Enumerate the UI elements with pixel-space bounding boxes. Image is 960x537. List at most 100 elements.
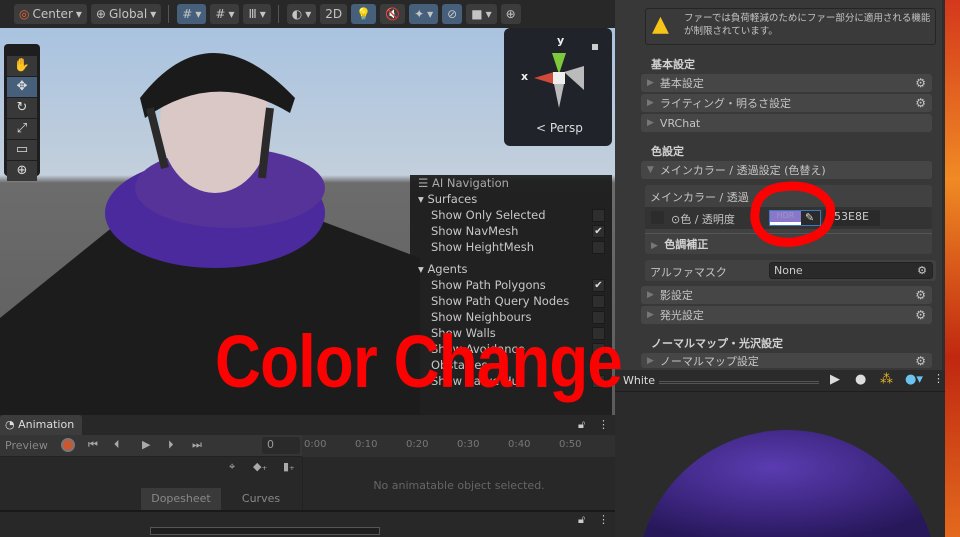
alpha-mask-row: アルファマスク None ⚙ bbox=[645, 260, 936, 281]
section-surfaces[interactable]: ▾ Surfaces bbox=[410, 191, 612, 207]
effects-icon: ✦ bbox=[414, 7, 425, 21]
mute-icon: 🔇 bbox=[385, 7, 401, 21]
hidden-eye-icon: ⊘ bbox=[447, 7, 458, 21]
frame-field[interactable]: 0 bbox=[262, 437, 300, 454]
space-mode-button[interactable]: ⊕ Global ▾ bbox=[90, 4, 162, 24]
tab-curves[interactable]: Curves bbox=[221, 488, 301, 510]
gizmos-button[interactable]: ⊕ bbox=[500, 4, 521, 24]
preview-sphere bbox=[643, 430, 931, 537]
projection-label[interactable]: < Persp bbox=[536, 121, 583, 135]
shading-icon: ◐ bbox=[291, 7, 303, 21]
object-picker-icon[interactable]: ⚙ bbox=[917, 264, 927, 277]
menu-icon[interactable]: ⋮ bbox=[598, 513, 609, 526]
lock-icon[interactable]: 🔓︎ bbox=[578, 513, 585, 527]
more-icon[interactable]: ⋮ bbox=[933, 372, 944, 385]
mesh-sphere-icon[interactable]: ● bbox=[855, 372, 866, 387]
warning-box: ▲ ファーでは負荷軽減のためにファー部分に適用される機能が制限されています。 bbox=[645, 8, 936, 45]
prev-keyframe-button[interactable]: ⏴ bbox=[114, 438, 120, 452]
lightbulb-icon: 💡 bbox=[356, 7, 372, 21]
checkbox[interactable]: ✔ bbox=[592, 278, 605, 292]
fold-main-color[interactable]: ▼ メインカラー / 透過設定 (色替え) bbox=[641, 161, 932, 179]
add-event-icon[interactable]: ▮₊ bbox=[283, 460, 295, 473]
tab-animation[interactable]: ◔ Animation bbox=[0, 415, 82, 435]
checkbox[interactable] bbox=[592, 208, 605, 222]
snap-icon: # bbox=[215, 7, 226, 21]
camera-button[interactable]: ■ ▾ bbox=[466, 4, 497, 24]
fold-normal-map[interactable]: ▶ ノーマルマップ設定 ⚙ bbox=[641, 353, 932, 368]
2d-toggle[interactable]: 2D bbox=[320, 4, 348, 24]
rotate-tool[interactable]: ↻ bbox=[7, 98, 37, 118]
add-keyframe-icon[interactable]: ◆₊ bbox=[253, 460, 267, 473]
checkbox[interactable] bbox=[592, 240, 605, 254]
fold-vrchat[interactable]: ▶ VRChat bbox=[641, 114, 932, 132]
gear-icon[interactable]: ⚙ bbox=[915, 308, 926, 322]
hand-tool[interactable]: ✋ bbox=[7, 56, 37, 76]
nav-option[interactable]: Show NavMesh ✔ bbox=[410, 223, 612, 239]
scale-tool[interactable]: ⤢ bbox=[7, 119, 37, 139]
last-keyframe-button[interactable]: ⏭ bbox=[192, 438, 202, 452]
background-sphere-icon[interactable]: ●▾ bbox=[905, 372, 923, 387]
effects-toggle[interactable]: ✦ ▾ bbox=[409, 4, 439, 24]
material-preview: White ▶ ● ⁂ ●▾ ⋮ bbox=[615, 370, 945, 537]
move-tool[interactable]: ✥ bbox=[7, 77, 37, 97]
fold-shadow[interactable]: ▶ 影設定 ⚙ bbox=[641, 286, 932, 304]
red-circle-annotation bbox=[750, 181, 836, 247]
rect-tool[interactable]: ▭ bbox=[7, 140, 37, 160]
transform-tool[interactable]: ⊕ bbox=[7, 161, 37, 181]
record-button[interactable] bbox=[61, 438, 75, 452]
pivot-icon: ◎ bbox=[19, 7, 30, 21]
nav-option[interactable]: Show Only Selected bbox=[410, 207, 612, 223]
fold-lighting[interactable]: ▶ ライティング・明るさ設定 ⚙ bbox=[641, 94, 932, 112]
audio-toggle[interactable]: 🔇 bbox=[380, 4, 406, 24]
ruler-icon: Ⅲ bbox=[248, 7, 257, 21]
lighting-toggle[interactable]: 💡 bbox=[351, 4, 377, 24]
play-icon[interactable]: ▶ bbox=[830, 372, 840, 387]
checkbox[interactable] bbox=[592, 294, 605, 308]
section-agents[interactable]: ▾ Agents bbox=[410, 261, 612, 277]
globe-icon: ⊕ bbox=[95, 7, 106, 21]
orientation-gizmo[interactable]: y x < Persp bbox=[504, 28, 612, 146]
visibility-toggle[interactable]: ⊘ bbox=[442, 4, 463, 24]
next-keyframe-button[interactable]: ⏵ bbox=[168, 438, 174, 452]
key-filter-icon[interactable]: ⌖ bbox=[229, 460, 235, 474]
timeline-ruler[interactable]: 0:00 0:10 0:20 0:30 0:40 0:50 bbox=[302, 435, 615, 457]
drag-handle-icon[interactable]: ☰ bbox=[418, 176, 432, 190]
warning-icon: ▲ bbox=[652, 12, 669, 37]
gear-icon[interactable]: ⚙ bbox=[915, 96, 926, 110]
camera-icon: ■ bbox=[471, 7, 483, 21]
nav-option[interactable]: Show Path Query Nodes bbox=[410, 293, 612, 309]
color-checkbox[interactable] bbox=[651, 211, 664, 224]
gear-icon[interactable]: ⚙ bbox=[915, 288, 926, 302]
overlay-caption: Color Change bbox=[215, 320, 623, 403]
tab-dopesheet[interactable]: Dopesheet bbox=[141, 488, 221, 510]
ruler-button[interactable]: Ⅲ ▾ bbox=[243, 4, 271, 24]
gear-icon[interactable]: ⚙ bbox=[915, 76, 926, 90]
gizmo-icon: ⊕ bbox=[505, 7, 516, 21]
grid-snap-button[interactable]: # ▾ bbox=[177, 4, 207, 24]
preview-toggle[interactable]: Preview bbox=[5, 439, 48, 452]
lock-icon[interactable]: 🔓︎ bbox=[578, 418, 585, 432]
nav-option[interactable]: Show Path Polygons ✔ bbox=[410, 277, 612, 293]
menu-icon[interactable]: ⋮ bbox=[598, 418, 609, 431]
search-input[interactable] bbox=[150, 527, 380, 535]
fold-emission[interactable]: ▶ 発光設定 ⚙ bbox=[641, 306, 932, 324]
shading-mode-button[interactable]: ◐ ▾ bbox=[286, 4, 317, 24]
play-button[interactable]: ▶ bbox=[142, 438, 150, 451]
nav-option[interactable]: Show HeightMesh bbox=[410, 239, 612, 255]
pivot-mode-button[interactable]: ◎ Center ▾ bbox=[14, 4, 87, 24]
fold-tone-correction[interactable]: ▶ 色調補正 bbox=[651, 236, 708, 252]
alpha-mask-field[interactable]: None ⚙ bbox=[769, 262, 933, 279]
tools-overlay: ✋ ✥ ↻ ⤢ ▭ ⊕ bbox=[4, 44, 40, 181]
light-icon[interactable]: ⁂ bbox=[880, 372, 893, 387]
increment-snap-button[interactable]: # ▾ bbox=[210, 4, 240, 24]
first-keyframe-button[interactable]: ⏮ bbox=[88, 438, 98, 452]
scene-toolbar: ◎ Center ▾ ⊕ Global ▾ # ▾ # ▾ Ⅲ ▾ ◐ ▾ 2D 💡 🔇… bbox=[0, 0, 615, 28]
grid-icon: # bbox=[182, 7, 193, 21]
bottom-panel: 🔓︎ ⋮ bbox=[0, 510, 615, 537]
empty-message: No animatable object selected. bbox=[302, 457, 615, 510]
checkbox[interactable]: ✔ bbox=[592, 224, 605, 238]
gear-icon[interactable]: ⚙ bbox=[915, 354, 926, 368]
animation-window: ◔ Animation 🔓︎ ⋮ Preview ⏮ ⏴ ▶ ⏵ ⏭ 0 0:0… bbox=[0, 415, 615, 510]
fold-basic[interactable]: ▶ 基本設定 ⚙ bbox=[641, 74, 932, 92]
background-texture bbox=[945, 0, 960, 537]
